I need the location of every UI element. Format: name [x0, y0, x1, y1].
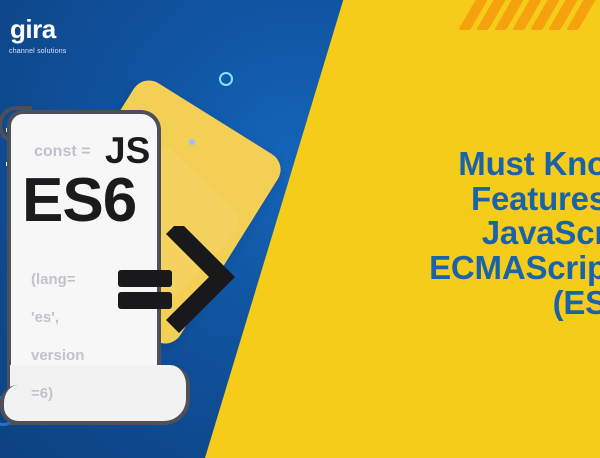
headline-line: (ES — [552, 283, 600, 321]
headline-line: JavaScr — [481, 214, 600, 252]
headline-line: Features — [471, 179, 600, 217]
double-arrow-icon — [118, 226, 235, 333]
brand-logo: gira channel solutions — [0, 0, 110, 70]
code-snippet: (lang= 'es', version =6) — [31, 251, 111, 422]
headline-line: ECMAScrip — [429, 248, 600, 286]
ring-icon — [219, 72, 233, 86]
code-line: 'es', — [31, 309, 59, 327]
brand-tagline: channel solutions — [9, 48, 67, 55]
headline: Must Kno Features JavaScr ECMAScrip (ES — [367, 145, 600, 321]
code-line: version — [31, 347, 85, 365]
banner-canvas: gira channel solutions const = JS ES6 (l… — [0, 0, 600, 458]
language-label: JS — [105, 130, 151, 171]
headline-line: Must Kno — [458, 145, 600, 182]
orange-stripes — [458, 0, 600, 30]
code-line: =6) — [31, 385, 54, 403]
version-label: ES6 — [22, 166, 137, 235]
code-line: (lang= — [31, 271, 76, 289]
code-prefix: const = — [34, 143, 91, 160]
brand-name: gira — [10, 14, 56, 44]
